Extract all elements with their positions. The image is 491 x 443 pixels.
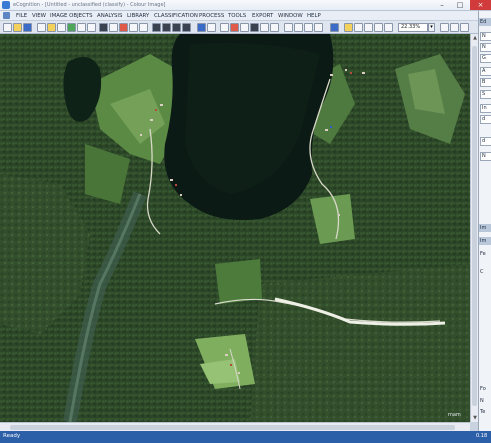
image-view-4-icon[interactable] bbox=[182, 23, 191, 32]
app-menu-icon[interactable] bbox=[3, 12, 10, 19]
image-panel-header[interactable]: Im bbox=[479, 224, 491, 232]
open-image-icon[interactable] bbox=[37, 23, 46, 32]
zoom-window-icon[interactable] bbox=[460, 23, 469, 32]
new-project-icon[interactable] bbox=[3, 23, 12, 32]
outline-toggle-icon[interactable] bbox=[220, 23, 229, 32]
panel-label: N bbox=[480, 398, 484, 404]
toolbar: 22.33% ▾ bbox=[0, 21, 491, 34]
mixing-icon[interactable] bbox=[207, 23, 216, 32]
zoom-icon[interactable] bbox=[364, 23, 373, 32]
panel-row[interactable]: d bbox=[480, 137, 491, 146]
classify-icon[interactable] bbox=[119, 23, 128, 32]
compare-icon[interactable] bbox=[314, 23, 323, 32]
panel-row[interactable]: N bbox=[480, 43, 491, 52]
map-view[interactable]: mam bbox=[0, 34, 470, 422]
diamond-icon[interactable] bbox=[330, 23, 339, 32]
menu-bar: FILE VIEW IMAGE OBJECTS ANALYSIS LIBRARY… bbox=[0, 11, 491, 21]
panel-row[interactable]: G bbox=[480, 54, 491, 63]
zoom-100-icon[interactable] bbox=[450, 23, 459, 32]
panel-label: Te bbox=[480, 409, 486, 415]
side-by-side-icon[interactable] bbox=[260, 23, 269, 32]
menu-image-objects[interactable]: IMAGE OBJECTS bbox=[50, 12, 93, 20]
folder-icon[interactable] bbox=[47, 23, 56, 32]
minimize-button[interactable]: – bbox=[434, 0, 450, 10]
status-coordinate: 0.18 bbox=[476, 433, 488, 439]
satellite-image bbox=[0, 34, 470, 422]
menu-tools[interactable]: TOOLS bbox=[228, 12, 246, 20]
image-view-2-icon[interactable] bbox=[162, 23, 171, 32]
edit-panel-tab[interactable]: Ed bbox=[479, 18, 491, 26]
panel-label: Fe bbox=[480, 251, 486, 257]
vertical-scroll-thumb[interactable] bbox=[472, 46, 477, 406]
menu-library[interactable]: LIBRARY bbox=[127, 12, 149, 20]
zoom-in-icon[interactable] bbox=[374, 23, 383, 32]
panel-row[interactable]: N bbox=[480, 32, 491, 41]
zoom-out-icon[interactable] bbox=[384, 23, 393, 32]
maximize-button[interactable]: □ bbox=[452, 0, 468, 10]
image-panel-subheader[interactable]: Im bbox=[479, 237, 491, 245]
panel-row[interactable]: N bbox=[480, 152, 491, 161]
arrow-icon[interactable] bbox=[139, 23, 148, 32]
zoom-level-field[interactable]: 22.33% bbox=[398, 23, 428, 32]
pixel-view-icon[interactable] bbox=[129, 23, 138, 32]
window-title: eCognition - [Untitled - unclassified (c… bbox=[13, 2, 166, 8]
menu-window[interactable]: WINDOW bbox=[278, 12, 303, 20]
panel-label: C bbox=[480, 269, 484, 275]
panel-row[interactable]: A bbox=[480, 67, 491, 76]
zoom-fit-icon[interactable] bbox=[440, 23, 449, 32]
menu-view[interactable]: VIEW bbox=[32, 12, 46, 20]
tree-icon[interactable] bbox=[67, 23, 76, 32]
status-text: Ready bbox=[3, 433, 21, 439]
title-bar: eCognition - [Untitled - unclassified (c… bbox=[0, 0, 491, 11]
image-view-3-icon[interactable] bbox=[172, 23, 181, 32]
menu-help[interactable]: HELP bbox=[307, 12, 321, 20]
panel-row[interactable]: S bbox=[480, 90, 491, 99]
panel-row[interactable]: d bbox=[480, 115, 491, 124]
lock-icon[interactable] bbox=[304, 23, 313, 32]
menu-export[interactable]: EXPORT bbox=[252, 12, 273, 20]
zoom-dropdown-icon[interactable]: ▾ bbox=[428, 23, 435, 32]
map-credit: mam bbox=[448, 412, 461, 418]
horizontal-scrollbar[interactable] bbox=[0, 422, 470, 431]
menu-file[interactable]: FILE bbox=[16, 12, 27, 20]
menu-classification[interactable]: CLASSIFICATION bbox=[154, 12, 198, 20]
split-view-icon[interactable] bbox=[240, 23, 249, 32]
tile-view-icon[interactable] bbox=[270, 23, 279, 32]
menu-process[interactable]: PROCESS bbox=[199, 12, 224, 20]
pointer-icon[interactable] bbox=[344, 23, 353, 32]
app-icon bbox=[2, 1, 10, 9]
single-view-icon[interactable] bbox=[250, 23, 259, 32]
swipe-icon[interactable] bbox=[294, 23, 303, 32]
status-bar: Ready 0.18 bbox=[0, 431, 491, 443]
open-folder-icon[interactable] bbox=[13, 23, 22, 32]
vertical-scrollbar[interactable]: ▲ ▼ bbox=[470, 34, 478, 422]
save-icon[interactable] bbox=[23, 23, 32, 32]
panel-label: Fo bbox=[480, 386, 486, 392]
view-outline-icon[interactable] bbox=[109, 23, 118, 32]
close-button[interactable]: × bbox=[470, 0, 491, 10]
table-icon[interactable] bbox=[87, 23, 96, 32]
grid-icon[interactable] bbox=[77, 23, 86, 32]
polygon-icon[interactable] bbox=[230, 23, 239, 32]
blue-layer-icon[interactable] bbox=[197, 23, 206, 32]
hand-icon[interactable] bbox=[354, 23, 363, 32]
panel-row[interactable]: In bbox=[480, 104, 491, 113]
view-layer-icon[interactable] bbox=[99, 23, 108, 32]
panel-row[interactable]: B bbox=[480, 78, 491, 87]
side-panel: Ed N N G A B S In d d N Im Fe Im C Fo N … bbox=[478, 11, 491, 432]
horizontal-scroll-thumb[interactable] bbox=[10, 425, 455, 430]
layers-icon[interactable] bbox=[57, 23, 66, 32]
image-view-1-icon[interactable] bbox=[152, 23, 161, 32]
menu-analysis[interactable]: ANALYSIS bbox=[97, 12, 122, 20]
link-view-icon[interactable] bbox=[284, 23, 293, 32]
